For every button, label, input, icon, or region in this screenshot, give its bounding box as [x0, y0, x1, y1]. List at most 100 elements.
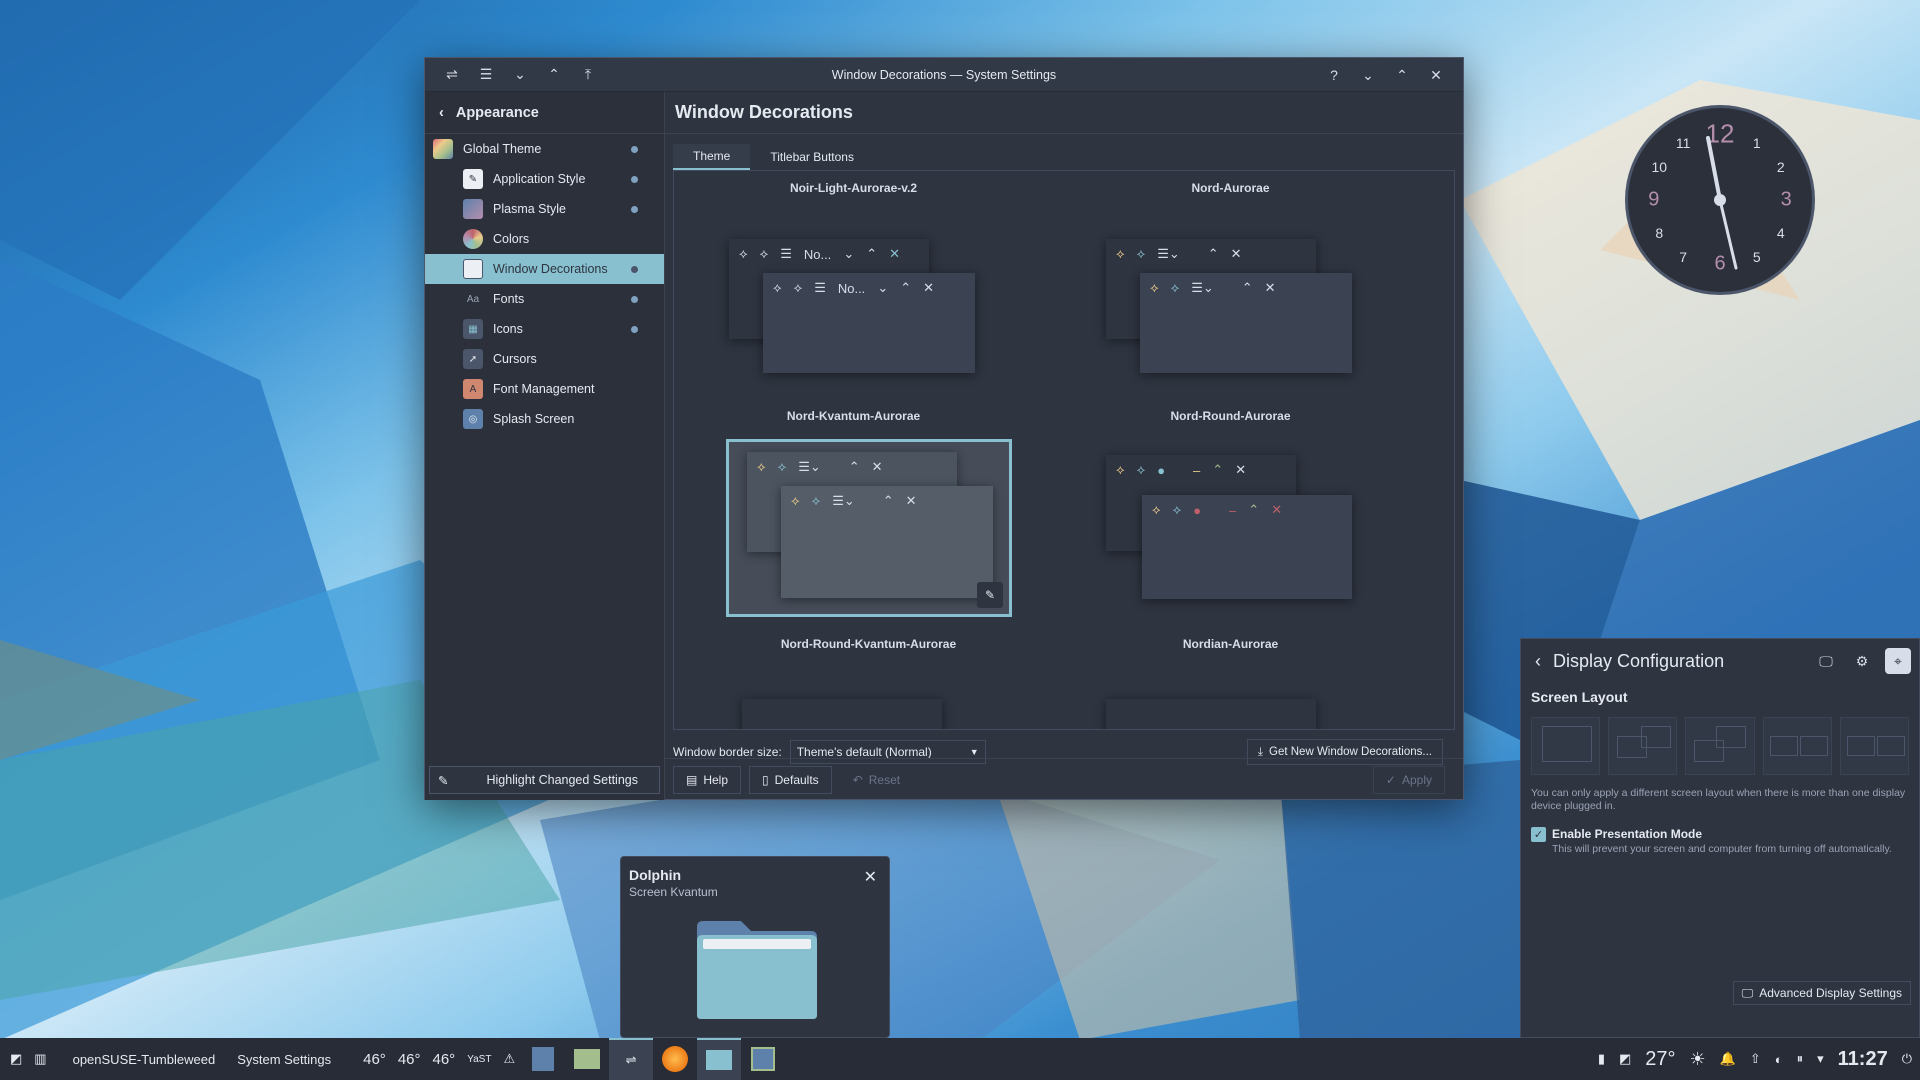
theme-card-nordian-aurorae[interactable]: ⟡ ⟡ ● – ⌃ ✕ ⟡ ⟡ ● – ⌃ ✕: [1088, 439, 1374, 617]
preview-window-partial: [1106, 699, 1316, 729]
sun-icon[interactable]: ☀: [1690, 1049, 1706, 1070]
folder-icon[interactable]: [693, 919, 821, 1021]
taskbar-app-firefox[interactable]: [653, 1038, 697, 1080]
clock-time[interactable]: 11:27: [1838, 1048, 1888, 1071]
taskbar-app-files[interactable]: [521, 1038, 565, 1080]
edit-icon[interactable]: ✎: [977, 582, 1003, 608]
changed-indicator: [631, 265, 638, 273]
close-icon[interactable]: ✕: [864, 867, 877, 887]
sidebar-item-splash-screen[interactable]: ◎ Splash Screen: [425, 404, 664, 434]
defaults-button[interactable]: ▯ Defaults: [749, 765, 832, 794]
media-pause-icon[interactable]: ⏸: [1797, 1051, 1804, 1067]
layout-option-4[interactable]: [1762, 717, 1832, 775]
power-icon[interactable]: ⏻: [1902, 1051, 1912, 1067]
help-icon[interactable]: ?: [1321, 62, 1347, 88]
taskbar-app-image-viewer[interactable]: [565, 1038, 609, 1080]
application-launcher-icon[interactable]: ◩: [0, 1038, 28, 1080]
active-app-label: System Settings: [237, 1051, 332, 1067]
sidebar-item-application-style[interactable]: ✎ Application Style: [425, 164, 664, 194]
maximize-icon[interactable]: ⌃: [1389, 62, 1415, 88]
help-book-icon: ▤: [686, 772, 698, 787]
settings-sliders-icon[interactable]: ⚙: [1849, 648, 1875, 674]
app-menu-icon[interactable]: ⇌: [439, 62, 465, 88]
reset-button[interactable]: ↶ Reset: [839, 765, 914, 794]
tab-theme[interactable]: Theme: [673, 144, 751, 170]
keep-above-icon[interactable]: ⌃: [541, 62, 567, 88]
theme-label: Noir-Light-Aurorae-v.2: [789, 181, 918, 195]
advanced-display-settings-button[interactable]: 🖵 Advanced Display Settings: [1732, 981, 1911, 1005]
keep-above-all-icon[interactable]: ⤒: [575, 62, 601, 88]
titlebar[interactable]: ⇌ ☰ ⌄ ⌃ ⤒ Window Decorations — System Se…: [425, 58, 1463, 92]
highlight-changed-label: Highlight Changed Settings: [486, 773, 638, 787]
monitor-icon[interactable]: 🖵: [1813, 648, 1839, 674]
document-icon: ▯: [762, 772, 769, 787]
sidebar-item-plasma-style[interactable]: Plasma Style: [425, 194, 664, 224]
theme-card-nord-round-kvantum-aurorae[interactable]: ⟡ ⟡ ☰⌄ ⌃ ✕ ⟡ ⟡ ☰⌄ ⌃ ✕ ✎: [726, 439, 1012, 617]
layout-option-3[interactable]: [1685, 717, 1755, 775]
night-color-icon[interactable]: ◐: [1775, 1052, 1783, 1067]
warning-icon[interactable]: ⚠: [497, 1038, 521, 1080]
network-icon[interactable]: ▾: [1817, 1051, 1824, 1067]
undo-icon: ↶: [852, 772, 863, 787]
pin-icon[interactable]: ⌖: [1885, 648, 1911, 674]
plasma-style-icon: [463, 199, 483, 219]
weather-temp[interactable]: 27°: [1645, 1048, 1675, 1071]
taskbar-app-info-center[interactable]: [741, 1038, 785, 1080]
desktop-icon[interactable]: ◩: [1619, 1051, 1631, 1067]
tooltip-subtitle: Screen Kvantum: [629, 885, 718, 899]
changed-indicator: [631, 295, 638, 303]
hamburger-menu-icon[interactable]: ☰: [473, 62, 499, 88]
preview-window-partial: [742, 699, 942, 729]
download-icon: ⤓: [1257, 745, 1264, 758]
theme-label: Nord-Round-Aurorae: [1170, 409, 1291, 423]
sidebar-back-button[interactable]: ‹ Appearance: [425, 92, 664, 134]
presentation-desc: This will prevent your screen and comput…: [1552, 843, 1892, 855]
check-icon: ✓: [1385, 772, 1396, 787]
apply-button[interactable]: ✓ Apply: [1372, 765, 1445, 794]
layout-option-1[interactable]: [1531, 717, 1601, 775]
presentation-mode-checkbox[interactable]: ✓ Enable Presentation Mode This will pre…: [1521, 819, 1919, 856]
distro-label: openSUSE-Tumbleweed: [72, 1051, 216, 1067]
sidebar-item-cursors[interactable]: ➚ Cursors: [425, 344, 664, 374]
tab-titlebar-buttons[interactable]: Titlebar Buttons: [750, 144, 874, 170]
changed-indicator: [631, 145, 638, 153]
checkbox-checked-icon[interactable]: ✓: [1531, 827, 1546, 842]
minimize-icon[interactable]: ⌄: [1355, 62, 1381, 88]
taskbar-app-dolphin[interactable]: [697, 1038, 742, 1080]
help-button[interactable]: ▤ Help: [673, 765, 742, 794]
highlight-changed-settings-button[interactable]: ✎ Highlight Changed Settings: [429, 766, 660, 794]
theme-card-nord-kvantum-aurorae[interactable]: ⟡ ⟡ ☰ No... ⌄ ⌃ ✕ ⟡ ⟡ ☰ No... ⌄ ⌃ ✕: [711, 211, 997, 389]
back-arrow-icon[interactable]: ‹: [1535, 651, 1541, 672]
theme-grid: Noir-Light-Aurorae-v.2 Nord-Aurorae ⟡ ⟡ ☰ N…: [673, 170, 1455, 730]
taskbar-app-system-settings[interactable]: ⇌: [609, 1038, 654, 1080]
changed-indicator: [631, 205, 638, 213]
sidebar-item-colors[interactable]: Colors: [425, 224, 664, 254]
footer-bar: ▤ Help ▯ Defaults ↶ Reset ✓ Apply: [665, 758, 1463, 800]
yast-label[interactable]: YaST: [461, 1038, 497, 1080]
close-icon[interactable]: ✕: [1423, 62, 1449, 88]
sidebar-item-fonts[interactable]: Aa Fonts: [425, 284, 664, 314]
theme-label: Nordian-Aurorae: [1182, 637, 1279, 651]
shade-icon[interactable]: ⌄: [507, 62, 533, 88]
page-title: Window Decorations: [665, 92, 1463, 134]
preview-window-front: ⟡ ⟡ ☰⌄ ⌃ ✕: [1140, 273, 1352, 373]
layout-option-2[interactable]: [1608, 717, 1678, 775]
sidebar-item-font-management[interactable]: A Font Management: [425, 374, 664, 404]
clock-hands: [1706, 136, 1738, 270]
notifications-icon[interactable]: 🔔: [1720, 1051, 1736, 1067]
font-management-icon: A: [463, 379, 483, 399]
updates-icon[interactable]: ⇧: [1750, 1051, 1761, 1067]
theme-card-nord-round-aurorae[interactable]: ⟡ ⟡ ☰⌄ ⌃ ✕ ⟡ ⟡ ☰⌄ ⌃ ✕: [1088, 211, 1374, 389]
dolphin-task-tooltip: Dolphin Screen Kvantum ✕: [620, 856, 890, 1038]
sidebar-item-window-decorations[interactable]: Window Decorations: [425, 254, 664, 284]
show-desktop-icon[interactable]: ▮: [1598, 1051, 1605, 1067]
presentation-label: Enable Presentation Mode: [1552, 827, 1703, 841]
sidebar-item-global-theme[interactable]: Global Theme: [425, 134, 664, 164]
sidebar-item-icons[interactable]: ▦ Icons: [425, 314, 664, 344]
preview-window-front: ⟡ ⟡ ● – ⌃ ✕: [1142, 495, 1352, 599]
splash-screen-icon: ◎: [463, 409, 483, 429]
analog-clock-widget[interactable]: 12 1 2 3 4 5 6 7 8 9 10 11: [1625, 105, 1815, 295]
layout-option-5[interactable]: [1839, 717, 1910, 775]
pager-icon[interactable]: ▥: [28, 1038, 52, 1080]
sidebar-item-label: Global Theme: [463, 142, 542, 156]
